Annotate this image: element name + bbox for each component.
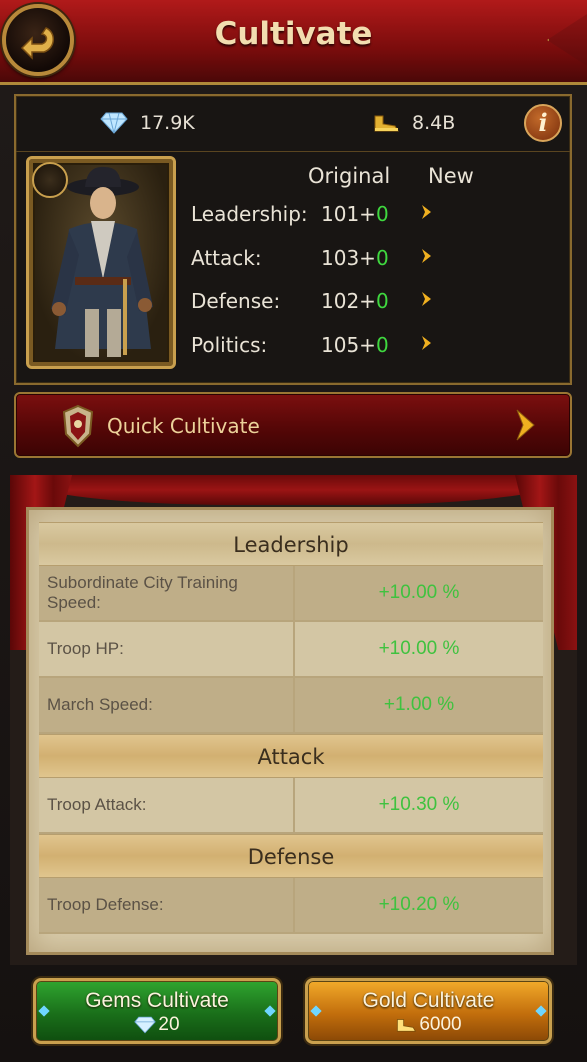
helmet-badge-icon <box>32 162 68 198</box>
gold-cultivate-label: Gold Cultivate <box>362 989 495 1012</box>
gold-amount: 8.4B <box>412 112 456 134</box>
gems-amount: 17.9K <box>140 112 195 134</box>
stat-label: Defense: <box>191 289 281 313</box>
table-row: March Speed: +1.00 % <box>39 678 543 734</box>
bonus-name: Subordinate City Training Speed: <box>39 566 295 620</box>
gold-resource: 8.4B <box>372 112 455 134</box>
stat-value: 102+0 <box>321 289 389 313</box>
resource-bar: 17.9K 8.4B i <box>16 96 570 152</box>
diamond-icon <box>134 1016 157 1034</box>
chevron-right-icon <box>422 248 431 263</box>
general-panel: 17.9K 8.4B i Original New Leadership: 10… <box>14 94 572 385</box>
stat-row-politics: Politics: 105+0 <box>188 325 568 369</box>
bonus-value: +10.30 % <box>378 794 460 815</box>
bonus-name: Troop HP: <box>39 622 295 676</box>
bonus-value: +10.00 % <box>378 582 460 603</box>
bonus-name: March Speed: <box>39 678 295 732</box>
section-header-defense: Defense <box>39 834 543 878</box>
stat-value: 103+0 <box>321 245 389 270</box>
curtain-valance <box>10 475 577 505</box>
gold-boot-icon <box>397 1019 417 1032</box>
section-header-attack: Attack <box>39 734 543 778</box>
stat-value: 101+0 <box>321 202 389 226</box>
section-header-leadership: Leadership <box>39 522 543 566</box>
stat-label: Politics: <box>191 332 268 357</box>
bonus-value: +10.20 % <box>378 894 460 915</box>
chevron-right-icon <box>516 409 535 441</box>
stat-row-leadership: Leadership: 101+0 <box>188 194 568 238</box>
table-row: Troop Defense: +10.20 % <box>39 878 543 934</box>
armor-icon <box>62 404 94 448</box>
stat-row-defense: Defense: 102+0 <box>188 281 568 325</box>
gold-cultivate-button[interactable]: Gold Cultivate 6000 <box>305 978 552 1044</box>
quick-cultivate-label: Quick Cultivate <box>107 414 260 438</box>
bonus-value: +10.00 % <box>378 638 460 659</box>
stat-row-attack: Attack: 103+0 <box>188 238 568 282</box>
bonus-table: Leadership Subordinate City Training Spe… <box>39 522 543 934</box>
stat-label: Leadership: <box>191 202 308 226</box>
stats-table: Original New Leadership: 101+0 Attack: 1… <box>188 162 568 368</box>
gold-boot-icon <box>374 115 399 132</box>
bonus-name: Troop Attack: <box>39 778 295 832</box>
chevron-right-icon <box>422 292 431 306</box>
bonus-name: Troop Defense: <box>39 878 295 932</box>
stat-value: 105+0 <box>321 332 389 357</box>
info-button[interactable]: i <box>524 104 562 142</box>
diamond-icon <box>100 112 128 134</box>
bonus-value: +1.00 % <box>383 694 455 715</box>
general-portrait[interactable] <box>26 156 176 369</box>
gems-resource: 17.9K <box>100 112 195 134</box>
original-column-header: Original <box>308 164 391 188</box>
chevron-right-icon <box>422 335 431 350</box>
table-row: Troop HP: +10.00 % <box>39 622 543 678</box>
quick-cultivate-button[interactable]: Quick Cultivate <box>14 392 572 458</box>
gems-cost: 20 <box>36 1014 278 1036</box>
page-title: Cultivate <box>214 16 373 52</box>
table-row: Troop Attack: +10.30 % <box>39 778 543 834</box>
stat-label: Attack: <box>191 245 262 270</box>
new-column-header: New <box>428 164 474 188</box>
table-row: Subordinate City Training Speed: +10.00 … <box>39 566 543 622</box>
chevron-right-icon <box>422 205 431 219</box>
gold-cost: 6000 <box>308 1014 549 1036</box>
info-icon: i <box>538 108 548 137</box>
gems-cultivate-label: Gems Cultivate <box>85 989 229 1012</box>
stats-header: Original New <box>188 162 568 194</box>
header-bar: Cultivate <box>0 0 587 85</box>
bonus-panel: Leadership Subordinate City Training Spe… <box>26 507 554 955</box>
gems-cultivate-button[interactable]: Gems Cultivate 20 <box>33 978 281 1044</box>
